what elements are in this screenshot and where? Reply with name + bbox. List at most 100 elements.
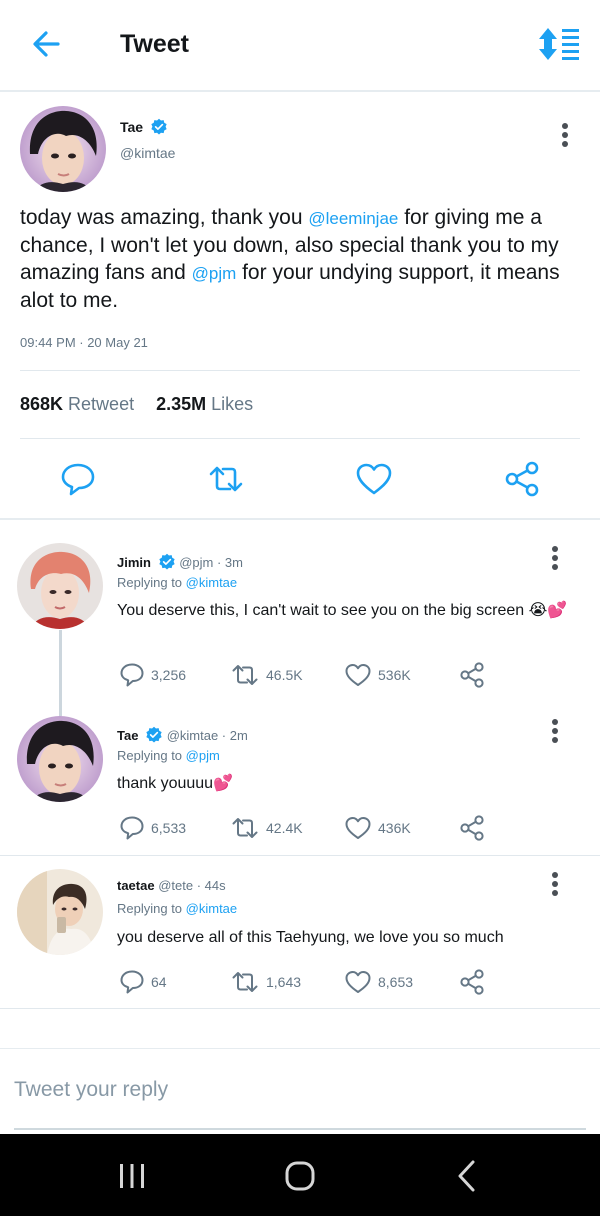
back-arrow-icon[interactable] xyxy=(28,26,68,62)
comment-count: 64 xyxy=(151,974,167,990)
share-icon[interactable] xyxy=(502,461,542,497)
more-options-icon[interactable] xyxy=(543,716,567,746)
like-count: 536K xyxy=(378,667,411,683)
comment-icon xyxy=(120,816,144,840)
reply-comment-button[interactable]: 6,533 xyxy=(119,814,186,842)
divider xyxy=(20,438,580,439)
mention-link[interactable]: @pjm xyxy=(192,264,237,283)
retweet-icon[interactable] xyxy=(206,461,246,497)
reply-text: you deserve all of this Taehyung, we lov… xyxy=(117,929,504,946)
reply-handle-time: @pjm · 3m xyxy=(179,554,243,570)
reply-retweet-button[interactable]: 1,643 xyxy=(230,968,301,996)
comment-count: 6,533 xyxy=(151,820,187,836)
reply-comment-button[interactable]: 64 xyxy=(119,968,167,996)
reply-input-underline xyxy=(14,1128,586,1130)
replying-to-label: Replying to xyxy=(117,575,186,590)
more-options-icon[interactable] xyxy=(543,869,567,899)
share-icon xyxy=(460,815,484,841)
retweet-icon xyxy=(232,818,258,838)
likes-label: Likes xyxy=(211,394,254,414)
retweet-count: 42.4K xyxy=(266,820,303,836)
author-handle[interactable]: @kimtae xyxy=(120,145,175,161)
reply-header: taetae @tete · 44s xyxy=(117,878,226,893)
home-icon[interactable] xyxy=(280,1156,320,1196)
heart-icon xyxy=(345,971,371,993)
comment-icon xyxy=(120,970,144,994)
reply-like-button[interactable]: 436K xyxy=(344,814,411,842)
author-name-label: Tae xyxy=(120,119,144,136)
more-options-icon[interactable] xyxy=(543,543,567,573)
replying-to: Replying to @kimtae xyxy=(117,901,237,916)
reply-avatar[interactable] xyxy=(17,543,103,629)
retweet-count: 46.5K xyxy=(266,667,303,683)
recent-apps-icon[interactable] xyxy=(112,1156,152,1196)
thread-connector-line xyxy=(59,630,62,716)
retweets-label: Retweet xyxy=(68,394,135,414)
heart-icon xyxy=(345,817,371,839)
like-heart-icon[interactable] xyxy=(354,461,394,497)
retweets-stat[interactable]: 868K Retweet xyxy=(20,394,134,414)
verified-badge-icon xyxy=(158,553,176,574)
replying-to-link[interactable]: @kimtae xyxy=(186,901,238,916)
reply-text: thank youuuu💕 xyxy=(117,775,233,792)
retweet-icon xyxy=(232,665,258,685)
system-navigation-bar xyxy=(0,1134,600,1216)
verified-badge-icon xyxy=(145,726,163,747)
author-avatar[interactable] xyxy=(20,106,106,192)
replying-to-link[interactable]: @kimtae xyxy=(186,575,238,590)
reply-icon[interactable] xyxy=(58,461,98,497)
reply-comment-button[interactable]: 3,256 xyxy=(119,661,186,689)
replying-to: Replying to @kimtae xyxy=(117,575,237,590)
tweet-text-part: today was amazing, thank you xyxy=(20,206,309,229)
likes-count: 2.35M xyxy=(156,394,207,414)
comment-count: 3,256 xyxy=(151,667,187,683)
reply-share-button[interactable] xyxy=(458,661,486,689)
reply-share-button[interactable] xyxy=(458,968,486,996)
back-nav-icon[interactable] xyxy=(448,1156,488,1196)
reply-header: Tae @kimtae · 2m xyxy=(117,726,248,747)
retweets-count: 868K xyxy=(20,394,64,414)
replying-to-label: Replying to xyxy=(117,748,186,763)
tweet-stats: 868K Retweet 2.35M Likes xyxy=(20,394,253,415)
reply-like-button[interactable]: 536K xyxy=(344,661,411,689)
reply-author-name[interactable]: taetae xyxy=(117,878,155,893)
author-name[interactable]: Tae xyxy=(120,118,168,139)
reply-retweet-button[interactable]: 42.4K xyxy=(230,814,303,842)
page-title: Tweet xyxy=(120,30,189,58)
reply-author-name[interactable]: Tae xyxy=(117,728,138,743)
share-icon xyxy=(460,662,484,688)
sort-replies-icon[interactable] xyxy=(536,26,582,62)
reply-compose-bar xyxy=(0,1048,600,1134)
replying-to-label: Replying to xyxy=(117,901,186,916)
reply-handle-time: @tete · 44s xyxy=(158,878,226,893)
reply-like-button[interactable]: 8,653 xyxy=(344,968,413,996)
retweet-icon xyxy=(232,972,258,992)
reply-divider xyxy=(0,855,600,856)
share-icon xyxy=(460,969,484,995)
like-count: 8,653 xyxy=(378,974,414,990)
reply-avatar[interactable] xyxy=(17,869,103,955)
top-app-bar: Tweet xyxy=(0,0,600,92)
reply-author-name[interactable]: Jimin xyxy=(117,555,151,570)
like-count: 436K xyxy=(378,820,411,836)
likes-stat[interactable]: 2.35M Likes xyxy=(156,394,253,414)
tweet-timestamp: 09:44 PM · 20 May 21 xyxy=(20,335,148,350)
replying-to-link[interactable]: @pjm xyxy=(186,748,220,763)
reply-retweet-button[interactable]: 46.5K xyxy=(230,661,303,689)
reply-divider xyxy=(0,1008,600,1009)
mention-link[interactable]: @leeminjae xyxy=(308,209,398,228)
tweet-text: today was amazing, thank you @leeminjae … xyxy=(20,204,586,314)
tweet-action-bar xyxy=(0,455,600,503)
reply-header: Jimin @pjm · 3m xyxy=(117,553,243,574)
replying-to: Replying to @pjm xyxy=(117,748,220,763)
section-divider xyxy=(0,518,600,520)
more-options-icon[interactable] xyxy=(552,120,578,150)
comment-icon xyxy=(120,663,144,687)
divider xyxy=(20,370,580,371)
heart-icon xyxy=(345,664,371,686)
reply-handle-time: @kimtae · 2m xyxy=(166,727,248,743)
reply-avatar[interactable] xyxy=(17,716,103,802)
reply-input[interactable] xyxy=(14,1073,584,1107)
retweet-count: 1,643 xyxy=(266,974,302,990)
reply-share-button[interactable] xyxy=(458,814,486,842)
